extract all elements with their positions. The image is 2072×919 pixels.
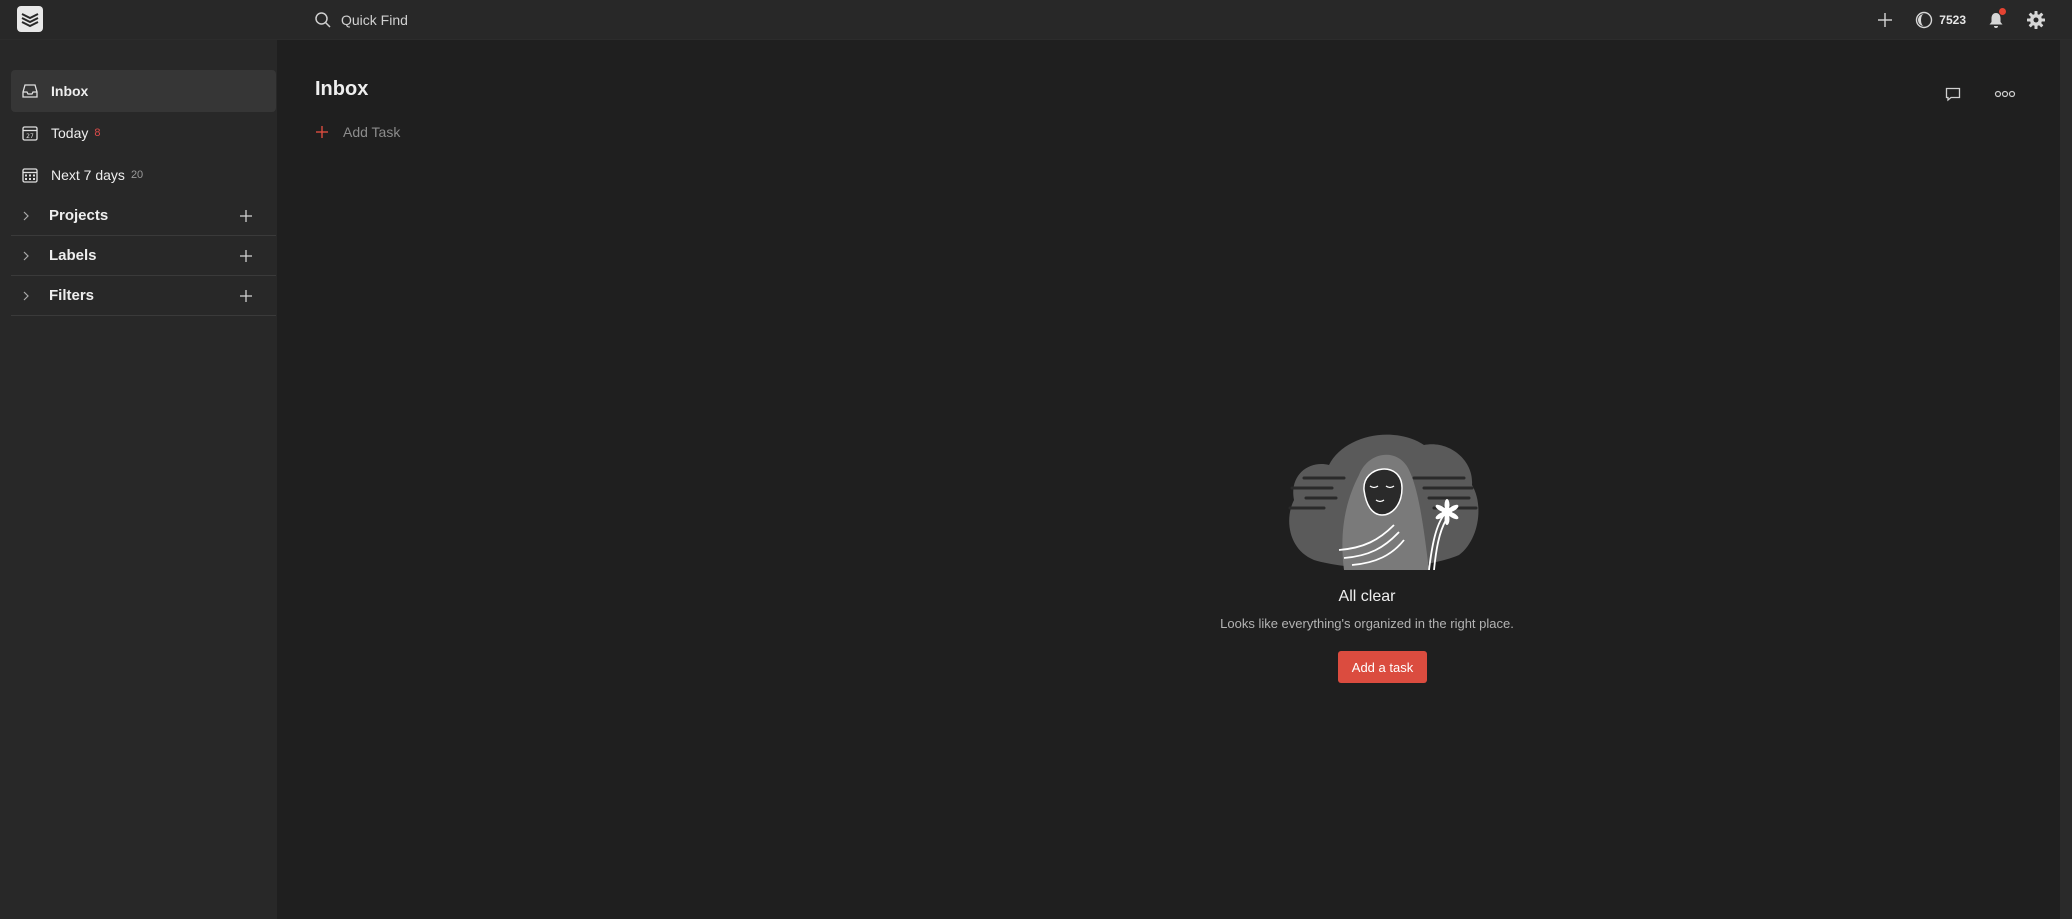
- plus-icon: [1878, 13, 1893, 27]
- chevron-right-icon[interactable]: [11, 291, 41, 301]
- quick-find-search[interactable]: Quick Find: [313, 8, 713, 32]
- sidebar-item-label: Inbox: [51, 83, 89, 99]
- section-label: Filters: [49, 287, 95, 304]
- add-project-button[interactable]: [236, 206, 256, 226]
- plus-icon: [240, 290, 252, 302]
- sidebar-section-projects[interactable]: Projects: [11, 196, 276, 236]
- inbox-icon: [22, 84, 38, 98]
- top-bar: Quick Find 7523: [0, 0, 2072, 40]
- plus-icon: [316, 126, 328, 138]
- main-content: Inbox Add Task All clear Looks like ever…: [277, 40, 2057, 919]
- scrollbar-track[interactable]: [2060, 40, 2072, 919]
- comment-icon: [1945, 87, 1961, 102]
- quick-add-button[interactable]: [1865, 0, 1905, 40]
- sidebar-section-filters[interactable]: Filters: [11, 276, 276, 316]
- settings-button[interactable]: [2016, 0, 2056, 40]
- todoist-logo-icon[interactable]: [17, 6, 43, 32]
- add-label-button[interactable]: [236, 246, 256, 266]
- search-icon: [313, 10, 333, 30]
- notifications-button[interactable]: [1976, 0, 2016, 40]
- chevron-right-icon[interactable]: [11, 211, 41, 221]
- sidebar-section-labels[interactable]: Labels: [11, 236, 276, 276]
- sidebar-item-label: Next 7 days: [51, 167, 125, 183]
- sidebar-item-next-7-days[interactable]: Next 7 days 20: [11, 154, 276, 196]
- add-task-label: Add Task: [343, 124, 401, 140]
- more-actions-button[interactable]: [1989, 78, 2021, 110]
- plus-icon: [240, 250, 252, 262]
- calendar-week-icon: [22, 168, 38, 183]
- karma-icon: [1916, 11, 1933, 29]
- notification-badge: [1999, 8, 2006, 15]
- add-filter-button[interactable]: [236, 286, 256, 306]
- add-a-task-button[interactable]: Add a task: [1338, 651, 1427, 683]
- search-placeholder[interactable]: Quick Find: [341, 12, 408, 28]
- empty-state-subtitle: Looks like everything's organized in the…: [1220, 616, 1514, 631]
- plus-icon: [240, 210, 252, 222]
- sidebar-item-label: Today: [51, 125, 89, 141]
- section-label: Labels: [49, 247, 97, 264]
- task-count: 8: [94, 127, 101, 139]
- sidebar-item-today[interactable]: 27 Today 8: [11, 112, 276, 154]
- comments-button[interactable]: [1937, 78, 1969, 110]
- karma-button[interactable]: 7523: [1905, 0, 1976, 40]
- empty-state-illustration: [1288, 434, 1479, 570]
- chevron-right-icon[interactable]: [11, 251, 41, 261]
- calendar-today-icon: 27: [22, 126, 38, 141]
- view-actions: [1937, 78, 2021, 110]
- sidebar: Inbox 27 Today 8 Next 7 days 20 Projects: [0, 40, 277, 919]
- page-title: Inbox: [315, 78, 369, 100]
- task-count: 20: [130, 169, 144, 181]
- more-icon: [1994, 90, 2016, 98]
- svg-text:27: 27: [26, 133, 34, 140]
- empty-state-title: All clear: [1338, 588, 1396, 605]
- sidebar-item-inbox[interactable]: Inbox: [11, 70, 276, 112]
- top-actions: 7523: [1865, 0, 2072, 40]
- section-label: Projects: [49, 207, 109, 224]
- add-task-button[interactable]: Add Task: [315, 124, 400, 140]
- gear-icon: [2027, 11, 2045, 29]
- karma-score: 7523: [1939, 13, 1966, 27]
